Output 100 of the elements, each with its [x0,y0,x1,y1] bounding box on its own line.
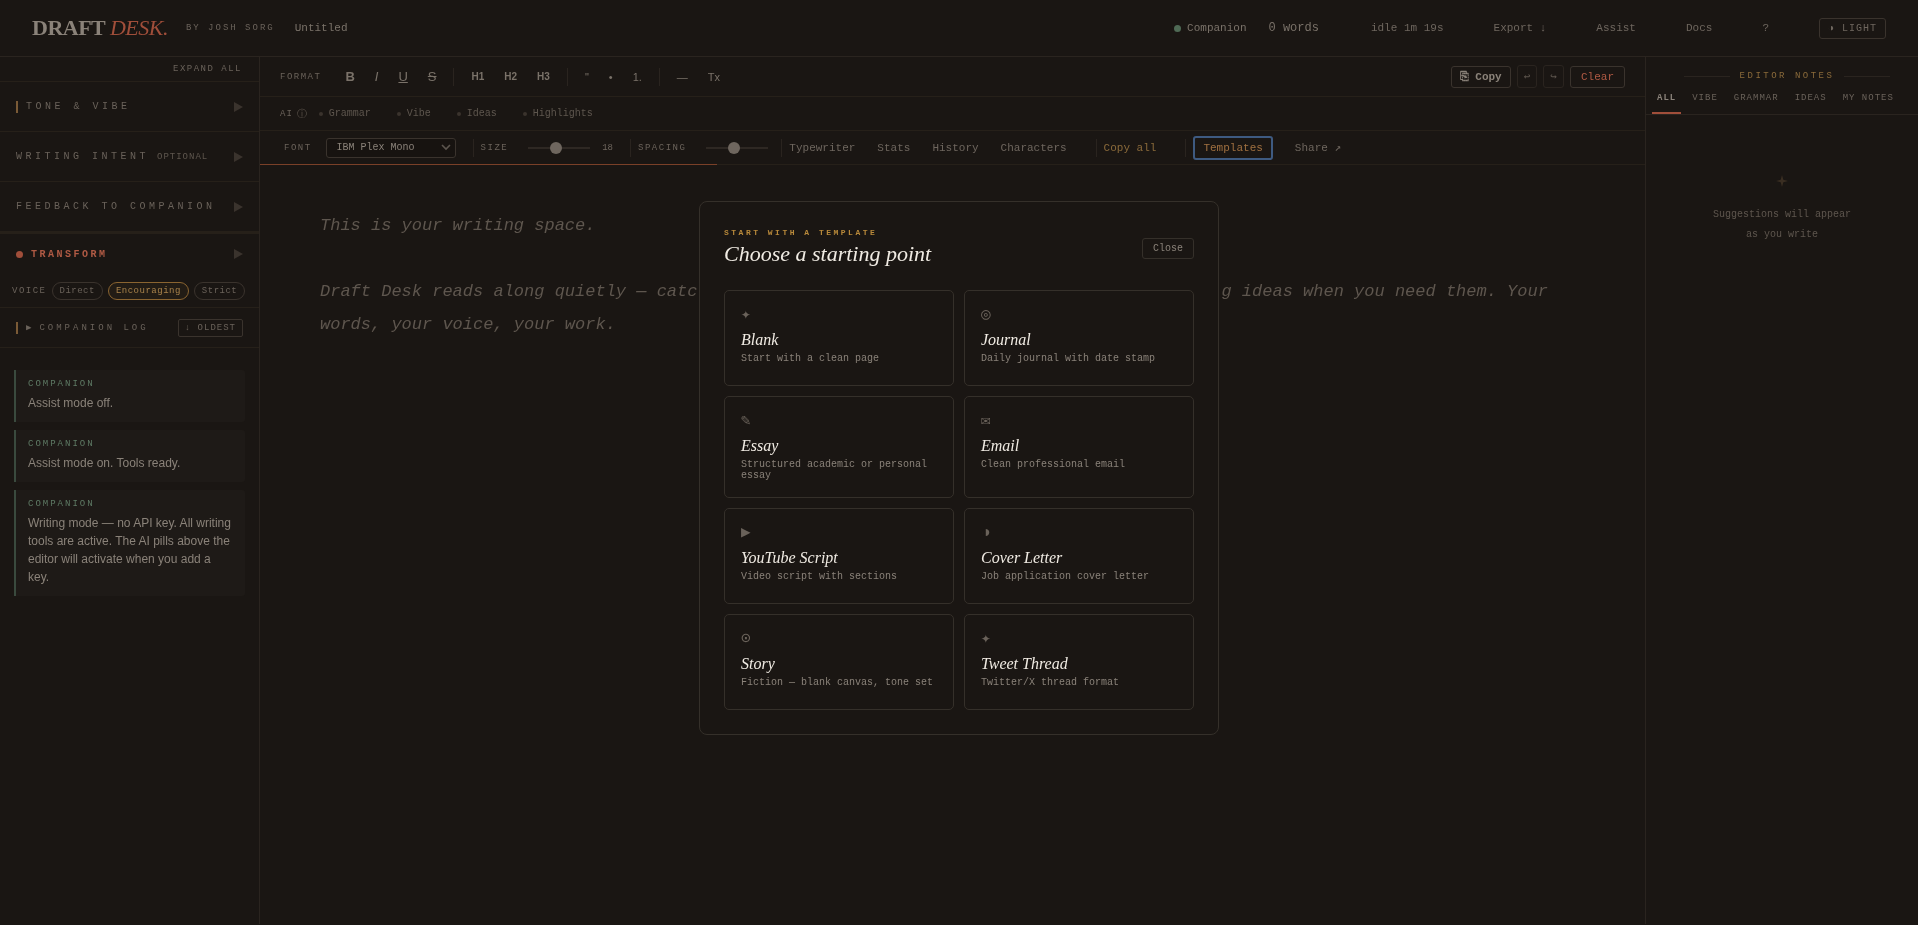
log-message: Assist mode off. [28,395,115,412]
notes-tab[interactable]: VIBE [1687,89,1723,114]
format-button[interactable]: — [666,70,698,83]
format-button[interactable]: " [574,70,599,83]
ai-pill[interactable]: Vibe [396,108,431,119]
empty-message: Suggestions will appear as you write [1712,208,1852,242]
template-description: Fiction — blank canvas, tone set [741,677,935,688]
panel-title: EDITOR NOTES [1739,71,1835,81]
slider-track[interactable] [528,141,591,154]
editor-text: g ideas when you need them. Your [1221,281,1548,303]
template-card[interactable]: ✎ Essay Structured academic or personal essay [724,396,954,498]
toolbar-button[interactable]: History [932,141,979,154]
log-message: Writing mode — no API key. All writing tools are active. The AI pills above the editor will activate when you add a key. [28,515,232,586]
font-select[interactable]: IBM Plex Mono [325,137,456,158]
template-description: Clean professional email [981,459,1127,470]
nav-link[interactable]: Docs [1685,22,1713,34]
toolbar-button[interactable]: Share ↗ [1294,141,1342,154]
format-button[interactable]: H1 [461,71,495,82]
sparkle-icon [1776,175,1788,187]
expand-all-button[interactable]: EXPAND ALL [0,57,259,82]
format-button[interactable]: H2 [494,71,528,82]
template-description: Job application cover letter [981,571,1151,582]
template-name: Tweet Thread [981,655,1069,673]
ai-label: AI [280,108,293,119]
idle-timer: idle 1m 19s [1370,22,1444,34]
voice-option[interactable]: Encouraging [107,281,189,300]
template-card[interactable]: ▶ YouTube Script Video script with sections [724,508,954,604]
format-button[interactable]: • [598,70,623,83]
format-button[interactable]: I [364,69,389,84]
template-name: YouTube Script [741,549,839,567]
log-toggle[interactable]: ▶ [26,322,32,333]
dialog-title: Choose a starting point [724,241,932,267]
template-card[interactable]: ✉ Email Clean professional email [964,396,1194,498]
template-description: Start with a clean page [741,353,881,364]
toolbar-button[interactable]: Characters [1000,141,1067,154]
format-button[interactable]: S [417,69,447,84]
sidebar-section[interactable]: WRITING INTENT OPTIONAL [0,132,259,182]
nav-link[interactable]: Export ↓ [1493,22,1547,34]
template-icon: ✦ [981,629,991,649]
editor-text: This is your writing space. [320,216,596,235]
template-icon: ✎ [741,411,751,431]
sidebar-section[interactable]: TONE & VIBE [0,82,259,132]
document-title: Untitled [294,22,348,34]
app-logo: DRAFT DESK. [32,15,168,41]
chevron-down-icon [440,144,451,151]
theme-button[interactable]: ◑ LIGHT [1819,17,1886,39]
template-card[interactable]: ✦ Tweet Thread Twitter/X thread format [964,614,1194,710]
template-card[interactable]: ⊙ Story Fiction — blank canvas, tone set [724,614,954,710]
template-icon: ✦ [741,305,751,325]
template-card[interactable]: ◎ Journal Daily journal with date stamp [964,290,1194,386]
format-button[interactable]: U [388,69,418,84]
section-title: COMPANION LOG [39,322,149,333]
notes-tab[interactable]: IDEAS [1789,89,1832,114]
slider-thumb[interactable] [728,141,741,154]
template-name: Blank [741,331,780,349]
template-name: Email [981,437,1021,455]
nav-link[interactable]: Assist [1596,22,1636,34]
sidebar-section[interactable]: FEEDBACK TO COMPANION [0,182,259,232]
companion-label: Companion [1187,22,1247,34]
toolbar-button[interactable]: Stats [877,141,911,154]
info-icon: ⓘ [296,106,307,121]
template-icon: ◑ [981,523,991,543]
template-icon: ◎ [981,305,991,325]
template-card[interactable]: ✦ Blank Start with a clean page [724,290,954,386]
template-description: Video script with sections [741,571,899,582]
copy-button[interactable]: ⎘ Copy [1450,65,1511,88]
spacing-label: SPACING [638,142,687,153]
close-button[interactable]: Close [1142,238,1194,259]
font-label: FONT [284,142,312,153]
accent-bar [16,321,18,334]
format-button[interactable]: Tx [697,70,731,83]
sort-button[interactable]: ↓ OLDEST [177,318,243,337]
nav-link[interactable]: ? [1762,22,1769,34]
toolbar-button[interactable]: Copy all [1103,141,1157,154]
format-button[interactable]: H3 [527,71,560,82]
template-name: Cover Letter [981,549,1064,567]
ai-pill[interactable]: Ideas [456,108,497,119]
sidebar-section[interactable]: TRANSFORM [0,232,259,274]
template-description: Daily journal with date stamp [981,353,1157,364]
notes-tab[interactable]: MY NOTES [1837,89,1899,114]
log-author: COMPANION [28,379,96,389]
template-card[interactable]: ◑ Cover Letter Job application cover letter [964,508,1194,604]
clear-button[interactable]: Clear [1570,65,1625,88]
log-author: COMPANION [28,499,96,509]
log-author: COMPANION [28,439,96,449]
editor-text: words, your voice, your work. [320,315,616,334]
format-button[interactable]: B [335,69,365,84]
slider-thumb[interactable] [550,141,563,154]
byline: BY JOSH SORG [185,23,275,33]
size-label: SIZE [480,142,509,153]
section-title: FEEDBACK TO COMPANION [16,201,216,212]
ai-pill[interactable]: Highlights [522,108,593,119]
toolbar-button[interactable]: Templates [1193,135,1273,160]
ai-pill[interactable]: Grammar [318,108,371,119]
slider-track[interactable] [706,141,769,154]
notes-tab[interactable]: GRAMMAR [1728,89,1784,114]
format-button[interactable]: 1. [622,70,652,83]
format-label: FORMAT [280,71,322,82]
toolbar-button[interactable]: Typewriter [789,141,856,154]
notes-tab[interactable]: ALL [1652,89,1682,114]
